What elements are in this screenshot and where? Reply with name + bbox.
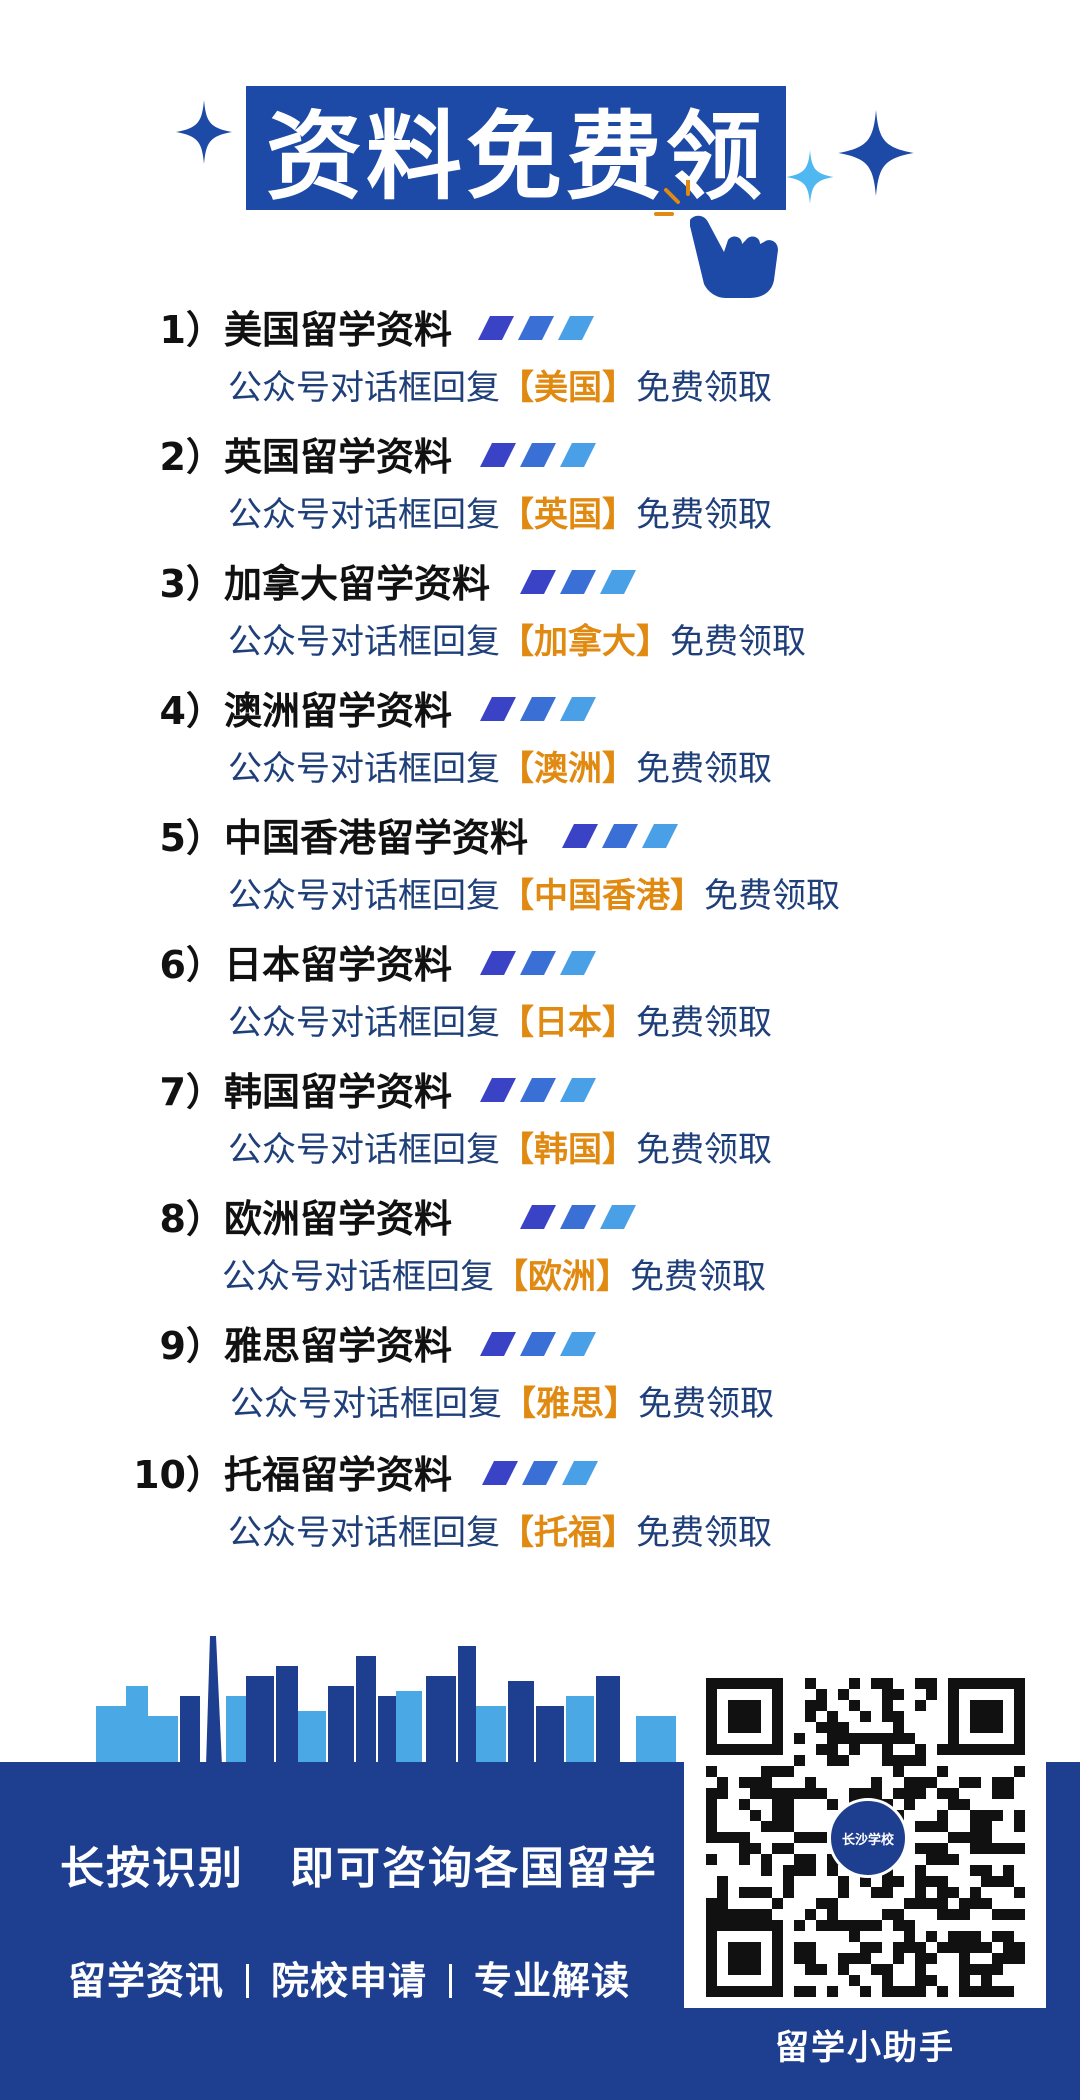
stripes-icon [480, 697, 596, 721]
reply-prefix: 公众号对话框回复 [228, 876, 500, 916]
footer-consult-text: 即可咨询各国留学 [290, 1843, 658, 1894]
item-number: 10） [133, 1453, 224, 1497]
stripes-icon [480, 1332, 596, 1356]
reply-keyword: 【欧洲】 [494, 1257, 630, 1297]
reply-keyword: 【美国】 [500, 368, 636, 408]
footer-links: 留学资讯 院校申请 专业解读 [68, 1950, 630, 2005]
reply-keyword: 【中国香港】 [500, 876, 704, 916]
reply-suffix: 免费领取 [636, 1130, 772, 1170]
item-number: 4） [159, 689, 224, 733]
reply-prefix: 公众号对话框回复 [228, 749, 500, 789]
reply-suffix: 免费领取 [636, 1003, 772, 1043]
item-title: 日本留学资料 [224, 943, 453, 987]
list-item: 6）日本留学资料 公众号对话框回复【日本】免费领取 [0, 935, 1080, 1055]
reply-keyword: 【英国】 [500, 495, 636, 535]
stripes-icon [480, 951, 596, 975]
divider [246, 1964, 250, 1998]
footer-link: 留学资讯 [68, 1959, 225, 2003]
item-number: 6） [159, 943, 224, 987]
item-number: 3） [159, 562, 224, 606]
item-number: 1） [159, 308, 224, 352]
sparkle-icon [176, 100, 232, 164]
divider [449, 1964, 453, 1998]
reply-prefix: 公众号对话框回复 [230, 1384, 502, 1424]
list-item: 5）中国香港留学资料 公众号对话框回复【中国香港】免费领取 [0, 808, 1080, 928]
sparkle-icon [838, 110, 914, 196]
item-title: 美国留学资料 [224, 308, 453, 352]
reply-keyword: 【托福】 [500, 1513, 636, 1553]
list-item: 10）托福留学资料 公众号对话框回复【托福】免费领取 [0, 1445, 1080, 1565]
qr-code[interactable]: 长沙学校 [684, 1666, 1046, 2008]
item-number: 7） [159, 1070, 224, 1114]
stripes-icon [520, 570, 636, 594]
pointing-hand-icon [654, 180, 778, 298]
item-number: 2） [159, 435, 224, 479]
list-item: 4）澳洲留学资料 公众号对话框回复【澳洲】免费领取 [0, 681, 1080, 801]
stripes-icon [562, 824, 678, 848]
reply-keyword: 【日本】 [500, 1003, 636, 1043]
reply-suffix: 免费领取 [630, 1257, 766, 1297]
reply-suffix: 免费领取 [636, 368, 772, 408]
footer-headline: 长按识别 即可咨询各国留学 [60, 1832, 658, 1896]
list-item: 8）欧洲留学资料 公众号对话框回复【欧洲】免费领取 [0, 1189, 1080, 1309]
item-number: 8） [159, 1197, 224, 1241]
list-item: 3）加拿大留学资料 公众号对话框回复【加拿大】免费领取 [0, 554, 1080, 674]
item-title: 加拿大留学资料 [224, 562, 491, 606]
reply-prefix: 公众号对话框回复 [228, 1003, 500, 1043]
reply-suffix: 免费领取 [636, 749, 772, 789]
stripes-icon [478, 316, 594, 340]
item-title: 英国留学资料 [224, 435, 453, 479]
reply-suffix: 免费领取 [638, 1384, 774, 1424]
list-item: 9）雅思留学资料 公众号对话框回复【雅思】免费领取 [0, 1316, 1080, 1436]
stripes-icon [520, 1205, 636, 1229]
list-item: 7）韩国留学资料 公众号对话框回复【韩国】免费领取 [0, 1062, 1080, 1182]
reply-suffix: 免费领取 [704, 876, 840, 916]
reply-keyword: 【澳洲】 [500, 749, 636, 789]
list-item: 2）英国留学资料 公众号对话框回复【英国】免费领取 [0, 427, 1080, 547]
reply-prefix: 公众号对话框回复 [228, 495, 500, 535]
reply-suffix: 免费领取 [636, 495, 772, 535]
item-title: 澳洲留学资料 [224, 689, 453, 733]
sparkle-icon [786, 150, 834, 204]
qr-center-logo: 长沙学校 [828, 1798, 908, 1878]
list-item: 1）美国留学资料 公众号对话框回复【美国】免费领取 [0, 300, 1080, 420]
qr-center-text: 长沙学校 [841, 1832, 894, 1848]
item-number: 9） [159, 1324, 224, 1368]
footer-link: 院校申请 [271, 1959, 428, 2003]
footer-long-press-text: 长按识别 [60, 1843, 244, 1894]
reply-prefix: 公众号对话框回复 [228, 1513, 500, 1553]
item-title: 韩国留学资料 [224, 1070, 453, 1114]
reply-suffix: 免费领取 [636, 1513, 772, 1553]
item-title: 雅思留学资料 [224, 1324, 453, 1368]
reply-prefix: 公众号对话框回复 [228, 368, 500, 408]
qr-caption: 留学小助手 [775, 2028, 955, 2068]
city-skyline-image [96, 1636, 676, 1766]
reply-keyword: 【韩国】 [500, 1130, 636, 1170]
stripes-icon [480, 1078, 596, 1102]
stripes-icon [480, 443, 596, 467]
reply-prefix: 公众号对话框回复 [228, 1130, 500, 1170]
item-title: 欧洲留学资料 [224, 1197, 453, 1241]
reply-keyword: 【雅思】 [502, 1384, 638, 1424]
stripes-icon [482, 1461, 598, 1485]
item-title: 中国香港留学资料 [224, 816, 529, 860]
reply-keyword: 【加拿大】 [500, 622, 670, 662]
reply-prefix: 公众号对话框回复 [228, 622, 500, 662]
item-title: 托福留学资料 [224, 1453, 453, 1497]
footer-link: 专业解读 [474, 1959, 631, 2003]
item-number: 5） [159, 816, 224, 860]
reply-suffix: 免费领取 [670, 622, 806, 662]
reply-prefix: 公众号对话框回复 [222, 1257, 494, 1297]
